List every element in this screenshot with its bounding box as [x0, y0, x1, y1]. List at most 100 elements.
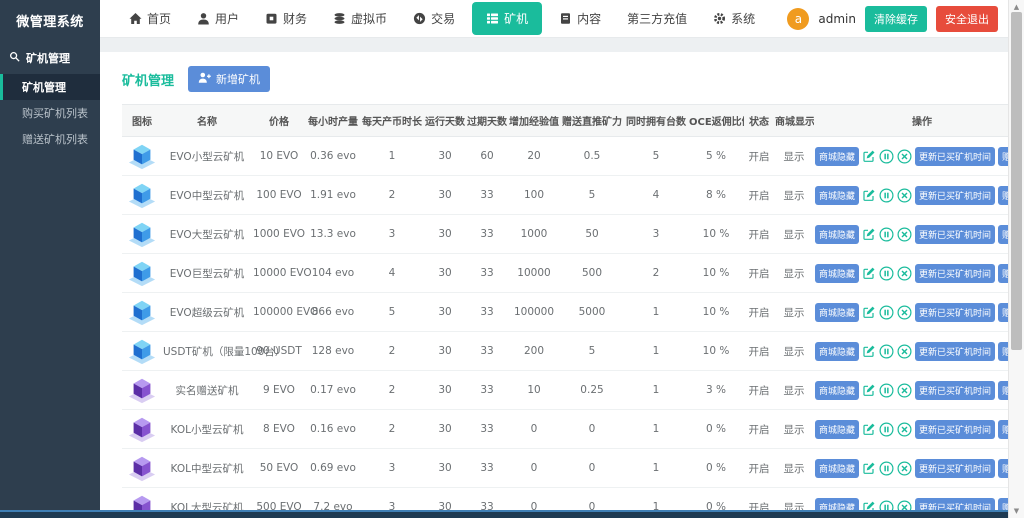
- pause-icon[interactable]: [879, 422, 894, 437]
- mall-hide-button[interactable]: 商城隐藏: [815, 303, 859, 322]
- miner-expire-days: 33: [466, 332, 508, 371]
- pause-icon[interactable]: [879, 227, 894, 242]
- update-purchased-miner-time-button[interactable]: 更新已买矿机时间: [915, 342, 995, 361]
- pause-icon[interactable]: [879, 305, 894, 320]
- update-purchased-miner-time-button[interactable]: 更新已买矿机时间: [915, 225, 995, 244]
- nav-item-trade[interactable]: 交易: [404, 3, 464, 34]
- miner-daily-mint-hours: 2: [360, 332, 424, 371]
- miner-max-owned: 4: [624, 176, 688, 215]
- scrollbar-up-arrow[interactable]: ▲: [1009, 2, 1024, 12]
- miner-oce-rebate: 10 %: [688, 215, 744, 254]
- update-purchased-miner-time-button[interactable]: 更新已买矿机时间: [915, 381, 995, 400]
- close-icon[interactable]: [897, 188, 912, 203]
- miner-exp-gain: 10: [508, 371, 560, 410]
- vertical-scrollbar[interactable]: ▲ ▼: [1008, 0, 1024, 518]
- sidebar-item-purchased-miner-list[interactable]: 购买矿机列表: [0, 100, 100, 126]
- miner-expire-days: 33: [466, 176, 508, 215]
- sidebar-section-miner-management[interactable]: 矿机管理: [0, 42, 100, 74]
- miner-direct-power-gift: 5: [560, 332, 624, 371]
- nav-item-virtual-currency[interactable]: 虚拟币: [324, 3, 396, 34]
- avatar[interactable]: a: [787, 8, 809, 30]
- nav-item-content[interactable]: 内容: [550, 3, 610, 34]
- miner-exp-gain: 10000: [508, 254, 560, 293]
- nav-item-system[interactable]: 系统: [704, 3, 764, 34]
- miner-run-days: 30: [424, 254, 466, 293]
- mall-hide-button[interactable]: 商城隐藏: [815, 264, 859, 283]
- edit-icon[interactable]: [862, 305, 876, 319]
- col-header-mall-display: 商城显示: [774, 105, 814, 137]
- pause-icon[interactable]: [879, 344, 894, 359]
- miner-mall-display: 显示: [774, 137, 814, 176]
- close-icon[interactable]: [897, 266, 912, 281]
- miner-max-owned: 3: [624, 215, 688, 254]
- close-icon[interactable]: [897, 422, 912, 437]
- close-icon[interactable]: [897, 227, 912, 242]
- scrollbar-thumb[interactable]: [1011, 12, 1022, 350]
- edit-icon[interactable]: [862, 188, 876, 202]
- mall-hide-button[interactable]: 商城隐藏: [815, 147, 859, 166]
- update-purchased-miner-time-button[interactable]: 更新已买矿机时间: [915, 459, 995, 478]
- nav-item-miners[interactable]: 矿机: [472, 2, 542, 35]
- close-icon[interactable]: [897, 305, 912, 320]
- update-purchased-miner-time-button[interactable]: 更新已买矿机时间: [915, 147, 995, 166]
- nav-item-label: 财务: [283, 10, 307, 27]
- clear-cache-button[interactable]: 清除缓存: [865, 6, 927, 32]
- col-header-daily-mint-hours: 每天产币时长: [360, 105, 424, 137]
- main-area: 首页 用户 财务 虚拟币 交易 矿机: [100, 0, 1024, 518]
- miner-icon: [123, 181, 161, 209]
- miner-table: 图标 名称 价格 每小时产量 每天产币时长 运行天数 过期天数 增加经验值 赠送…: [122, 104, 1024, 518]
- close-icon[interactable]: [897, 344, 912, 359]
- miner-oce-rebate: 8 %: [688, 176, 744, 215]
- exchange-icon: [413, 12, 426, 25]
- col-header-name: 名称: [162, 105, 252, 137]
- pause-icon[interactable]: [879, 461, 894, 476]
- update-purchased-miner-time-button[interactable]: 更新已买矿机时间: [915, 420, 995, 439]
- sidebar-item-gifted-miner-list[interactable]: 赠送矿机列表: [0, 126, 100, 152]
- table-row: EVO巨型云矿机 10000 EVO 104 evo 4 30 33 10000…: [122, 254, 1024, 293]
- nav-item-label: 系统: [731, 10, 755, 27]
- miner-expire-days: 60: [466, 137, 508, 176]
- pause-icon[interactable]: [879, 266, 894, 281]
- edit-icon[interactable]: [862, 422, 876, 436]
- admin-username[interactable]: admin: [818, 12, 856, 26]
- add-miner-button[interactable]: 新增矿机: [188, 66, 270, 92]
- mall-hide-button[interactable]: 商城隐藏: [815, 420, 859, 439]
- edit-icon[interactable]: [862, 344, 876, 358]
- update-purchased-miner-time-button[interactable]: 更新已买矿机时间: [915, 264, 995, 283]
- miner-table-body: EVO小型云矿机 10 EVO 0.36 evo 1 30 60 20 0.5 …: [122, 137, 1024, 518]
- update-purchased-miner-time-button[interactable]: 更新已买矿机时间: [915, 303, 995, 322]
- logout-button[interactable]: 安全退出: [936, 6, 998, 32]
- edit-icon[interactable]: [862, 461, 876, 475]
- miner-icon: [123, 415, 161, 443]
- close-icon[interactable]: [897, 461, 912, 476]
- nav-item-third-party-recharge[interactable]: 第三方充值: [618, 3, 696, 34]
- pause-icon[interactable]: [879, 383, 894, 398]
- edit-icon[interactable]: [862, 227, 876, 241]
- mall-hide-button[interactable]: 商城隐藏: [815, 381, 859, 400]
- close-icon[interactable]: [897, 149, 912, 164]
- scrollbar-down-arrow[interactable]: ▼: [1009, 506, 1024, 516]
- pause-icon[interactable]: [879, 188, 894, 203]
- miner-daily-mint-hours: 3: [360, 449, 424, 488]
- nav-item-finance[interactable]: 财务: [256, 3, 316, 34]
- edit-icon[interactable]: [862, 266, 876, 280]
- pause-icon[interactable]: [879, 149, 894, 164]
- close-icon[interactable]: [897, 383, 912, 398]
- update-purchased-miner-time-button[interactable]: 更新已买矿机时间: [915, 186, 995, 205]
- miner-oce-rebate: 0 %: [688, 410, 744, 449]
- miner-exp-gain: 0: [508, 449, 560, 488]
- mall-hide-button[interactable]: 商城隐藏: [815, 459, 859, 478]
- nav-items: 首页 用户 财务 虚拟币 交易 矿机: [120, 2, 787, 35]
- edit-icon[interactable]: [862, 383, 876, 397]
- nav-item-home[interactable]: 首页: [120, 3, 180, 34]
- miner-exp-gain: 1000: [508, 215, 560, 254]
- miner-mall-display: 显示: [774, 332, 814, 371]
- miner-status: 开启: [744, 410, 774, 449]
- miner-name: EVO巨型云矿机: [162, 254, 252, 293]
- edit-icon[interactable]: [862, 149, 876, 163]
- sidebar-item-miner-management[interactable]: 矿机管理: [0, 74, 100, 100]
- mall-hide-button[interactable]: 商城隐藏: [815, 186, 859, 205]
- nav-item-users[interactable]: 用户: [188, 3, 248, 34]
- mall-hide-button[interactable]: 商城隐藏: [815, 342, 859, 361]
- mall-hide-button[interactable]: 商城隐藏: [815, 225, 859, 244]
